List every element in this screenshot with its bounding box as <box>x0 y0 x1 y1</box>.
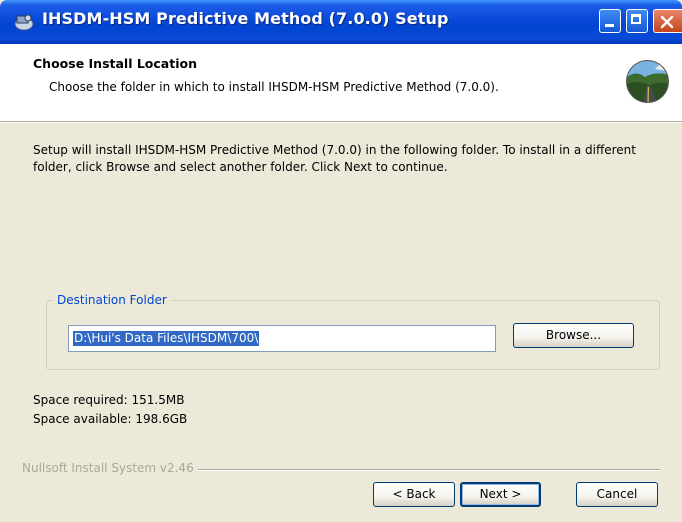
page-title: Choose Install Location <box>33 56 197 71</box>
road-landscape-icon <box>626 60 669 103</box>
browse-button[interactable]: Browse... <box>513 323 634 348</box>
header-panel: Choose Install Location Choose the folde… <box>0 44 682 122</box>
space-required: Space required: 151.5MB <box>33 393 185 407</box>
close-icon <box>660 15 674 29</box>
next-button[interactable]: Next > <box>460 482 541 507</box>
page-subtitle: Choose the folder in which to install IH… <box>49 80 499 94</box>
maximize-button[interactable] <box>626 9 648 33</box>
destination-folder-legend: Destination Folder <box>53 293 171 307</box>
cancel-button[interactable]: Cancel <box>576 482 658 507</box>
title-bar[interactable]: IHSDM-HSM Predictive Method (7.0.0) Setu… <box>0 0 682 44</box>
installer-icon <box>14 14 34 31</box>
space-available: Space available: 198.6GB <box>33 412 188 426</box>
close-button[interactable] <box>653 9 682 33</box>
minimize-button[interactable] <box>599 9 621 33</box>
back-button[interactable]: < Back <box>373 482 455 507</box>
intro-text: Setup will install IHSDM-HSM Predictive … <box>33 143 636 174</box>
destination-folder-input[interactable]: D:\Hui's Data Files\IHSDM\700\ <box>68 325 496 352</box>
minimize-icon <box>605 24 614 27</box>
nsis-branding: Nullsoft Install System v2.46 <box>22 461 198 475</box>
maximize-icon <box>631 14 641 24</box>
window-title: IHSDM-HSM Predictive Method (7.0.0) Setu… <box>42 9 449 28</box>
destination-folder-path: D:\Hui's Data Files\IHSDM\700\ <box>73 331 260 346</box>
